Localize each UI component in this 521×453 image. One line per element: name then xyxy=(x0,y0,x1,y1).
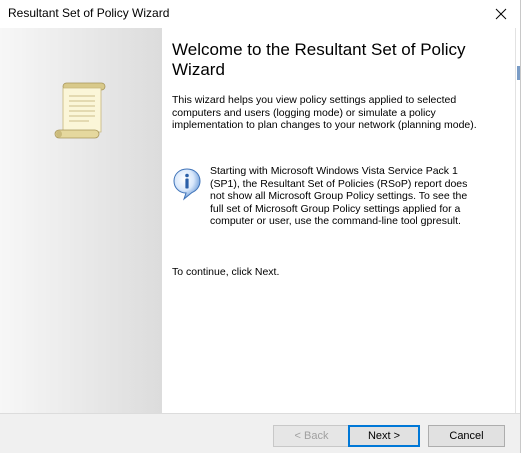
button-bar: < Back Next > Cancel xyxy=(0,413,520,453)
wizard-side-banner xyxy=(0,28,162,413)
title-bar[interactable]: Resultant Set of Policy Wizard xyxy=(0,0,520,28)
close-icon xyxy=(495,8,507,20)
background-window-marker xyxy=(517,66,520,80)
back-button[interactable]: < Back xyxy=(273,425,350,447)
policy-scroll-icon xyxy=(49,78,115,149)
info-icon xyxy=(172,167,202,206)
wizard-content: Welcome to the Resultant Set of Policy W… xyxy=(172,28,487,278)
close-button[interactable] xyxy=(491,4,511,24)
page-title: Welcome to the Resultant Set of Policy W… xyxy=(172,40,466,79)
cancel-button[interactable]: Cancel xyxy=(428,425,505,447)
window-title: Resultant Set of Policy Wizard xyxy=(8,6,170,20)
intro-text: This wizard helps you view policy settin… xyxy=(172,94,477,131)
background-window-edge xyxy=(515,28,520,413)
next-button[interactable]: Next > xyxy=(348,425,420,447)
wizard-window: Resultant Set of Policy Wizard Welcome t… xyxy=(0,0,521,453)
info-note-text: Starting with Microsoft Windows Vista Se… xyxy=(210,165,468,227)
continue-instruction: To continue, click Next. xyxy=(172,266,280,278)
